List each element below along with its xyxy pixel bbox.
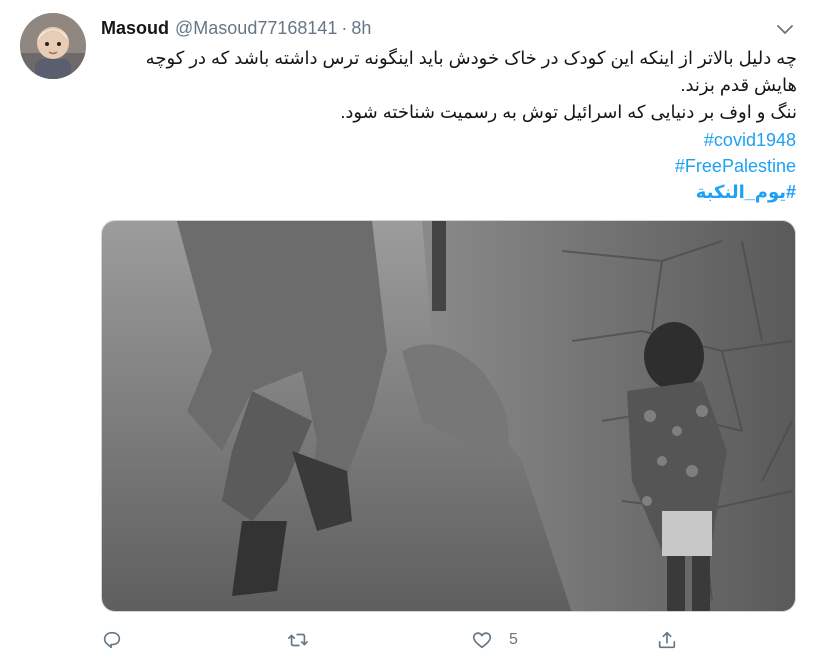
tweet-header: Masoud @Masoud77168141 · 8h xyxy=(101,17,371,39)
reply-icon xyxy=(103,631,121,649)
chevron-down-icon xyxy=(777,25,793,34)
hashtag-link[interactable]: #FreePalestine xyxy=(675,153,796,179)
avatar-image xyxy=(20,13,86,79)
tweet-actions: 5 xyxy=(101,627,701,653)
tweet-photo[interactable] xyxy=(101,220,796,612)
display-name[interactable]: Masoud xyxy=(101,18,169,39)
retweet-button[interactable] xyxy=(287,627,309,653)
photo-image xyxy=(102,221,795,611)
tweet-line: چه دلیل بالاتر از اینکه این کودک در خاک … xyxy=(145,48,797,95)
reply-button[interactable] xyxy=(101,627,123,653)
like-button[interactable]: 5 xyxy=(471,627,518,653)
heart-icon xyxy=(472,632,492,649)
separator-dot: · xyxy=(341,17,348,38)
timestamp[interactable]: 8h xyxy=(351,18,371,39)
share-button[interactable] xyxy=(656,627,678,653)
retweet-icon xyxy=(288,633,308,647)
hashtag-link[interactable]: #یوم_النكبة xyxy=(675,179,796,205)
hashtag-link[interactable]: #covid1948 xyxy=(675,127,796,153)
more-options-button[interactable] xyxy=(773,18,797,42)
avatar[interactable] xyxy=(20,13,86,79)
hashtag-list: #covid1948 #FreePalestine #یوم_النكبة xyxy=(675,127,796,205)
tweet-line: ننگ و اوف بر دنیایی که اسرائیل توش به رس… xyxy=(340,102,797,122)
like-count: 5 xyxy=(509,631,518,648)
tweet-text: چه دلیل بالاتر از اینکه این کودک در خاک … xyxy=(101,45,797,126)
user-handle[interactable]: @Masoud77168141 xyxy=(175,18,337,39)
share-icon xyxy=(658,631,676,649)
